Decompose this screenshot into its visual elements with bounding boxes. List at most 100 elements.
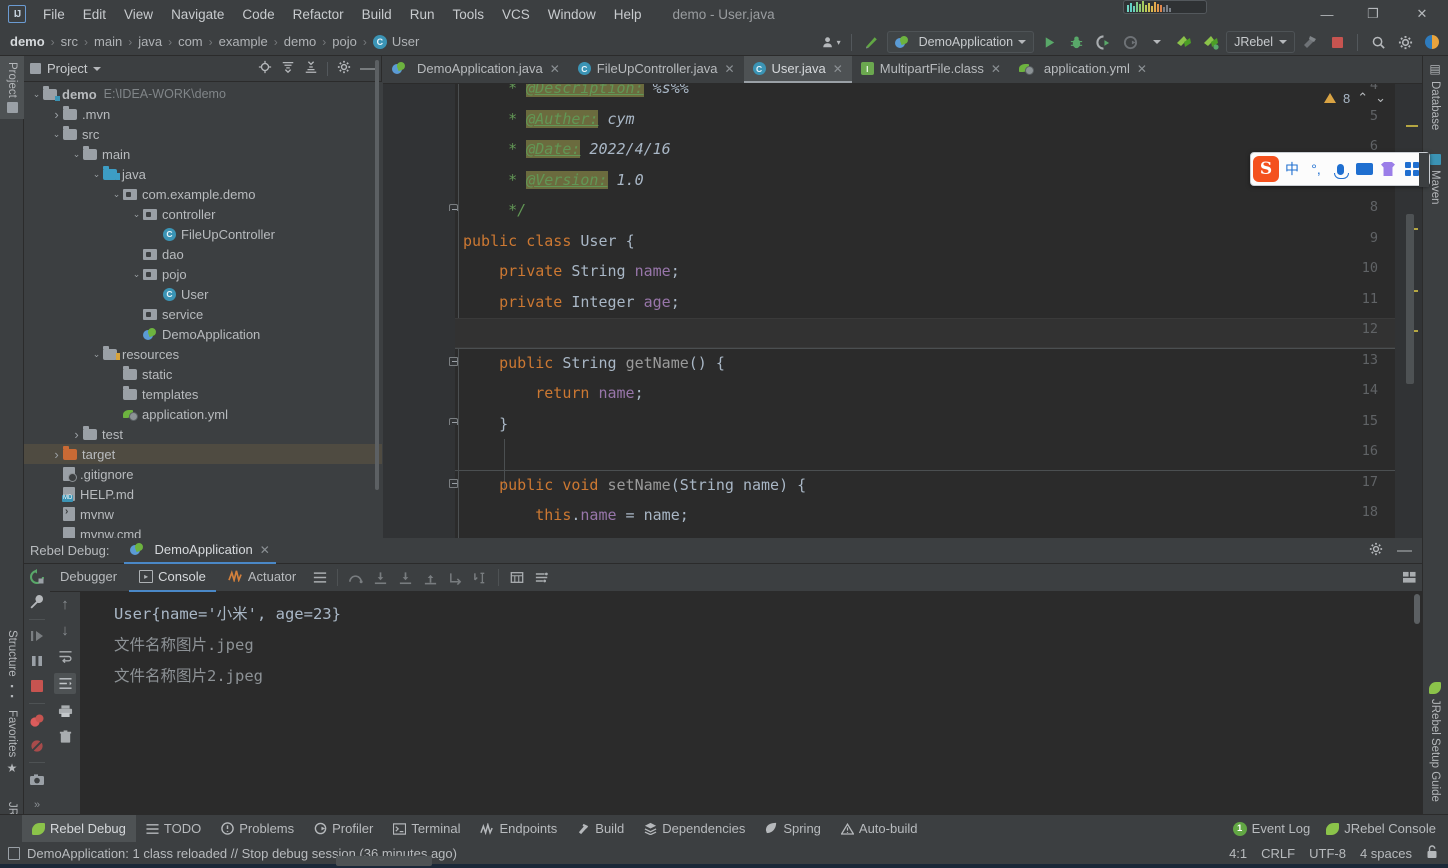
mute-breakpoints-icon[interactable] xyxy=(27,737,47,755)
step-over-icon[interactable] xyxy=(344,567,367,589)
print-icon[interactable] xyxy=(55,701,75,720)
jrebel-console-button[interactable]: JRebel Console xyxy=(1326,815,1436,843)
close-icon[interactable]: ✕ xyxy=(833,62,843,76)
close-icon[interactable]: ✕ xyxy=(550,62,560,76)
jrebel-debug-icon[interactable] xyxy=(1199,31,1223,53)
status-tool-endpoints[interactable]: Endpoints xyxy=(470,815,567,843)
status-tool-profiler[interactable]: Profiler xyxy=(304,815,383,843)
close-icon[interactable]: ✕ xyxy=(260,543,270,557)
ime-mode-button[interactable]: 中 xyxy=(1281,156,1303,182)
editor-scrollbar-thumb[interactable] xyxy=(1406,214,1414,384)
editor-tab-fileupcontroller-java[interactable]: C FileUpController.java ✕ xyxy=(569,56,744,83)
scroll-to-end-icon[interactable] xyxy=(54,673,76,694)
theme-toggle-icon[interactable] xyxy=(1420,31,1444,53)
tree-node-resources[interactable]: ⌄ resources xyxy=(24,344,382,364)
sidebar-item-jrebel-setup-guide[interactable]: JRebel Setup Guide xyxy=(1422,676,1448,808)
person-icon[interactable]: ▾ xyxy=(819,31,843,53)
breadcrumb-item-example[interactable]: example xyxy=(219,34,268,49)
scroll-down-icon[interactable]: ↓ xyxy=(55,621,75,640)
console-scrollbar[interactable] xyxy=(1414,594,1420,624)
wrench-icon[interactable] xyxy=(27,593,47,611)
close-icon[interactable]: ✕ xyxy=(991,62,1001,76)
event-log-button[interactable]: 1 Event Log xyxy=(1232,815,1310,843)
chevron-right-icon[interactable]: › xyxy=(50,107,63,122)
tab-console[interactable]: ▸ Console xyxy=(129,564,216,592)
tree-node-help-md[interactable]: HELP.md xyxy=(24,484,382,504)
tree-node-fileupcontroller[interactable]: C FileUpController xyxy=(24,224,382,244)
status-tool-rebel-debug[interactable]: Rebel Debug xyxy=(22,814,136,843)
breadcrumb-item-src[interactable]: src xyxy=(61,34,78,49)
menu-edit[interactable]: Edit xyxy=(74,4,115,25)
stop-icon[interactable] xyxy=(1325,31,1349,53)
tree-node--gitignore[interactable]: .gitignore xyxy=(24,464,382,484)
settings-icon[interactable] xyxy=(530,567,553,589)
jrebel-run-icon[interactable] xyxy=(1172,31,1196,53)
resume-icon[interactable] xyxy=(27,628,47,646)
close-button[interactable]: ✕ xyxy=(1396,0,1448,28)
editor-tab-user-java[interactable]: C User.java ✕ xyxy=(743,56,852,83)
hide-icon[interactable]: — xyxy=(360,61,375,76)
chevron-down-icon[interactable]: ⌄ xyxy=(90,349,103,360)
menu-refactor[interactable]: Refactor xyxy=(284,4,353,25)
mic-icon[interactable] xyxy=(1329,156,1351,182)
chevron-down-icon[interactable]: ⌄ xyxy=(130,209,143,220)
indent-setting[interactable]: 4 spaces xyxy=(1360,846,1412,861)
breakpoints-icon[interactable] xyxy=(27,712,47,730)
pause-icon[interactable] xyxy=(27,652,47,670)
menu-view[interactable]: View xyxy=(115,4,162,25)
scroll-up-icon[interactable]: ↑ xyxy=(55,595,75,614)
fold-marker[interactable] xyxy=(449,356,460,368)
search-icon[interactable] xyxy=(1366,31,1390,53)
chevron-down-icon[interactable] xyxy=(93,66,102,71)
tab-actuator[interactable]: Actuator xyxy=(218,564,306,592)
soft-wrap-icon[interactable] xyxy=(55,647,75,666)
run-icon[interactable] xyxy=(1037,31,1061,53)
more-icon[interactable]: » xyxy=(27,796,47,814)
tree-node-user[interactable]: C User xyxy=(24,284,382,304)
tree-node-dao[interactable]: dao xyxy=(24,244,382,264)
step-out-icon[interactable] xyxy=(419,567,442,589)
update-project-icon[interactable] xyxy=(860,31,884,53)
tree-node--mvn[interactable]: › .mvn xyxy=(24,104,382,124)
debug-icon[interactable] xyxy=(1064,31,1088,53)
sogou-logo-icon[interactable]: S xyxy=(1253,156,1279,182)
tree-node-application-yml[interactable]: application.yml xyxy=(24,404,382,424)
sidebar-item-structure[interactable]: Structure ▪▪ xyxy=(0,624,24,707)
tree-node-demo[interactable]: ⌄ demo E:\IDEA-WORK\demo xyxy=(24,84,382,104)
build-hammer-icon[interactable] xyxy=(1298,31,1322,53)
stop-icon[interactable] xyxy=(27,677,47,695)
menu-navigate[interactable]: Navigate xyxy=(162,4,233,25)
gear-icon[interactable] xyxy=(1369,542,1383,559)
tab-debugger[interactable]: Debugger xyxy=(50,564,127,592)
locate-icon[interactable] xyxy=(258,60,272,77)
status-tool-auto-build[interactable]: Auto-build xyxy=(831,815,928,843)
editor-tab-demoapplication-java[interactable]: DemoApplication.java ✕ xyxy=(383,56,569,83)
close-icon[interactable]: ✕ xyxy=(1137,62,1147,76)
chevron-down-icon[interactable]: ⌄ xyxy=(50,129,63,140)
breadcrumb-item-com[interactable]: com xyxy=(178,34,203,49)
fold-marker[interactable] xyxy=(449,204,460,215)
maximize-button[interactable]: ❐ xyxy=(1350,0,1396,28)
menu-code[interactable]: Code xyxy=(233,4,283,25)
tree-node-demoapplication[interactable]: DemoApplication xyxy=(24,324,382,344)
breadcrumb-item-pojo[interactable]: pojo xyxy=(332,34,357,49)
status-tool-todo[interactable]: TODO xyxy=(136,815,211,843)
previous-problem-icon[interactable]: ⌃ xyxy=(1357,90,1368,106)
horizontal-scrollbar-thumb[interactable] xyxy=(336,856,432,866)
menu-tools[interactable]: Tools xyxy=(443,4,493,25)
chevron-down-icon[interactable]: ⌄ xyxy=(110,189,123,200)
collapse-all-icon[interactable] xyxy=(304,60,318,77)
breadcrumb-item-demo[interactable]: demo xyxy=(284,34,317,49)
editor-tab-multipartfile-class[interactable]: I MultipartFile.class ✕ xyxy=(852,56,1010,83)
menu-vcs[interactable]: VCS xyxy=(493,4,539,25)
console-output[interactable]: User{name='小米', age=23} 文件名称图片.jpeg 文件名称图片… xyxy=(80,592,1422,814)
sidebar-item-database[interactable]: ▤ Database xyxy=(1422,56,1448,136)
tree-node-main[interactable]: ⌄ main xyxy=(24,144,382,164)
status-tool-spring[interactable]: Spring xyxy=(755,815,831,843)
trash-icon[interactable] xyxy=(55,727,75,746)
fold-marker[interactable] xyxy=(449,478,460,490)
run-to-cursor-icon[interactable] xyxy=(469,567,492,589)
tree-node-mvnw[interactable]: mvnw xyxy=(24,504,382,524)
breadcrumb-item-main[interactable]: main xyxy=(94,34,122,49)
editor-gutter[interactable] xyxy=(383,84,455,538)
